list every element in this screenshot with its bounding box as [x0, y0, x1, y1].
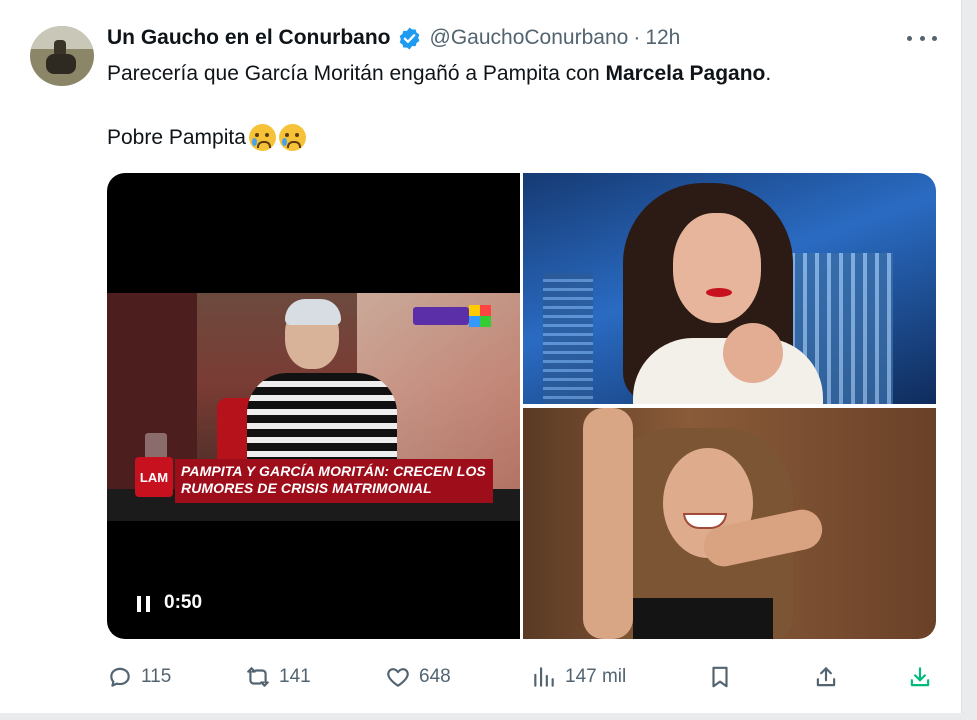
crying-face-icon — [248, 124, 276, 151]
video-duration: 0:50 — [164, 592, 203, 613]
video-thumbnail: LAM PAMPITA Y GARCÍA MORITÁN: CRECEN LOS… — [107, 293, 520, 521]
video-player[interactable]: LAM PAMPITA Y GARCÍA MORITÁN: CRECEN LOS… — [107, 173, 520, 639]
separator-dot: · — [633, 26, 641, 49]
program-logo: LAM — [135, 457, 173, 497]
download-button[interactable] — [907, 662, 933, 692]
tweet-text-pobre: Pobre Pampita — [107, 125, 246, 149]
tweet-card: Un Gaucho en el Conurbano @GauchoConurba… — [0, 0, 962, 713]
tweet-timestamp[interactable]: 12h — [645, 26, 680, 50]
bookmark-icon — [712, 666, 728, 688]
tweet-text-bold: Marcela Pagano — [605, 62, 766, 85]
tweet-text-period: . — [765, 62, 772, 85]
news-lower-third: LAM PAMPITA Y GARCÍA MORITÁN: CRECEN LOS… — [135, 457, 493, 503]
share-icon — [816, 667, 836, 687]
media-grid: LAM PAMPITA Y GARCÍA MORITÁN: CRECEN LOS… — [107, 173, 936, 639]
share-button[interactable] — [813, 662, 839, 692]
reply-count: 115 — [141, 666, 172, 687]
views-count: 147 mil — [565, 666, 627, 687]
download-icon — [910, 667, 930, 687]
author-avatar[interactable] — [30, 26, 94, 86]
tweet-text-line1: Parecería que García Moritán engañó a Pa… — [107, 62, 771, 86]
retweet-count: 141 — [279, 666, 311, 687]
reply-button[interactable]: 115 — [107, 662, 171, 692]
channel-logo-icon — [469, 305, 491, 327]
views-chart-icon — [534, 667, 554, 687]
media-photo-woman-studio[interactable] — [523, 173, 936, 404]
heart-icon — [387, 668, 409, 687]
tweet-header: Un Gaucho en el Conurbano @GauchoConurba… — [107, 24, 680, 52]
like-count: 648 — [419, 666, 451, 687]
more-options-icon[interactable] — [907, 28, 937, 48]
tweet-actions-bar: 115 141 648 147 mil — [107, 662, 937, 692]
tweet-text-plain: Parecería que García Moritán engañó a Pa… — [107, 62, 606, 85]
video-headline: PAMPITA Y GARCÍA MORITÁN: CRECEN LOS RUM… — [181, 463, 486, 496]
author-name[interactable]: Un Gaucho en el Conurbano — [107, 26, 391, 50]
verified-badge-icon — [399, 27, 419, 49]
tv-badge — [413, 307, 469, 325]
pause-icon[interactable] — [137, 596, 151, 612]
retweet-icon — [247, 667, 269, 687]
reply-icon — [110, 667, 130, 687]
media-photo-woman-smiling[interactable] — [523, 408, 936, 639]
bookmark-button[interactable] — [707, 662, 733, 692]
like-button[interactable]: 648 — [385, 662, 451, 692]
author-handle[interactable]: @GauchoConurbano — [430, 26, 629, 50]
views-button[interactable]: 147 mil — [531, 662, 626, 692]
tweet-text-line2: Pobre Pampita — [107, 124, 306, 151]
retweet-button[interactable]: 141 — [245, 662, 311, 692]
crying-face-icon — [278, 124, 306, 151]
